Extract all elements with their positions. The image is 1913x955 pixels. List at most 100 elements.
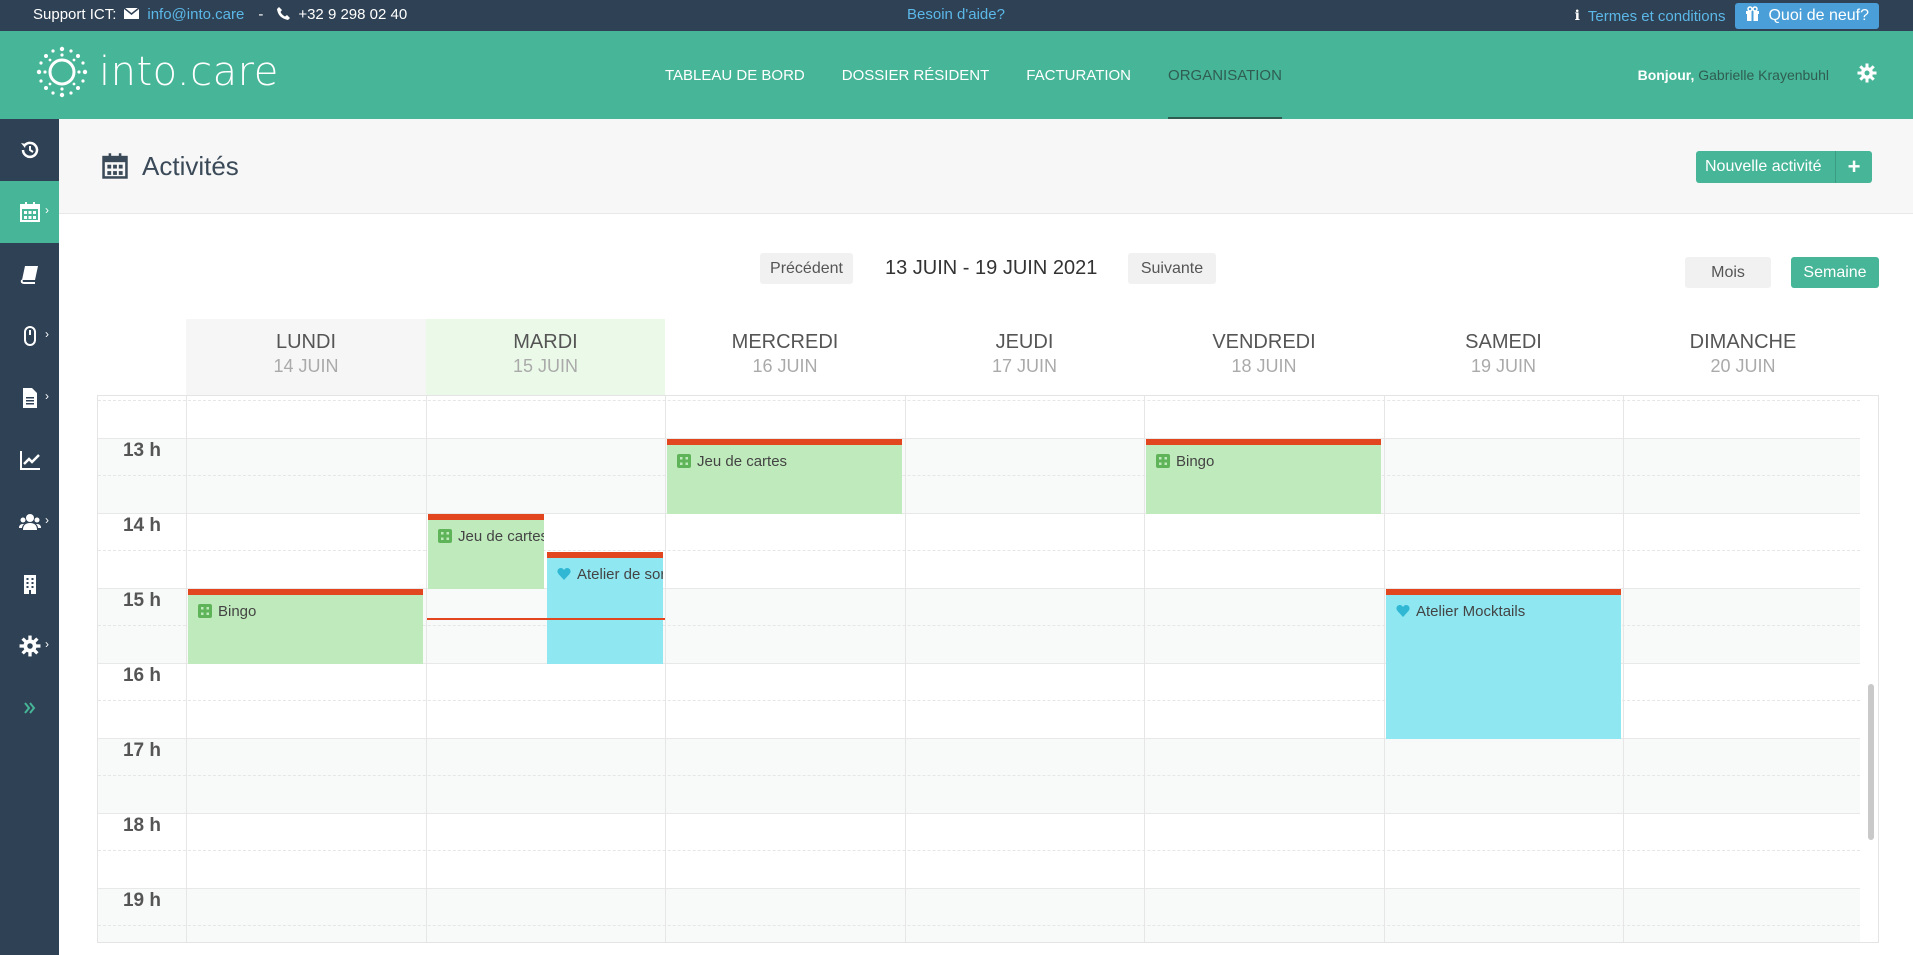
grid-line (98, 925, 1860, 926)
phone-icon (277, 6, 291, 23)
calendar-event[interactable]: Bingo (188, 589, 423, 664)
day-header-sunday: DIMANCHE 20 JUIN (1623, 319, 1863, 395)
event-title: Jeu de cartes (458, 528, 544, 545)
mouse-icon (23, 326, 36, 346)
calendar-scrollbar[interactable] (1868, 684, 1874, 840)
grid-line (98, 550, 1860, 551)
help-link[interactable]: Besoin d'aide? (907, 6, 1005, 23)
current-time-indicator (427, 618, 665, 620)
sidebar-item-documents[interactable]: › (0, 367, 59, 429)
brand-mark-icon (36, 46, 88, 98)
day-name: JEUDI (995, 331, 1054, 353)
calendar-icon (19, 202, 40, 222)
sidebar-item-settings[interactable]: › (0, 615, 59, 677)
sidebar-item-history[interactable] (0, 119, 59, 181)
envelope-icon (123, 7, 140, 22)
date-range: 13 JUIN - 19 JUIN 2021 (885, 257, 1098, 279)
previous-week-button[interactable]: Précédent (760, 253, 853, 284)
hour-label: 17 h (122, 740, 162, 761)
sidebar-item-building[interactable] (0, 553, 59, 615)
support-phone[interactable]: +32 9 298 02 40 (298, 6, 407, 23)
day-name: MARDI (513, 331, 578, 353)
grid-line (98, 400, 1860, 401)
chevron-right-icon: › (45, 637, 49, 651)
chevron-right-icon: › (45, 389, 49, 403)
calendar-event[interactable]: Atelier Mocktails (1386, 589, 1621, 739)
grid-line (98, 438, 1860, 439)
support-email-link[interactable]: info@into.care (147, 6, 244, 23)
user-name: Gabrielle Krayenbuhl (1698, 67, 1829, 83)
plus-icon: + (1835, 151, 1872, 183)
brand-name: into.care (99, 49, 279, 95)
hour-label: 14 h (122, 515, 162, 536)
terms-label: Termes et conditions (1587, 7, 1726, 25)
sidebar-item-statistics[interactable] (0, 429, 59, 491)
grid-line (98, 850, 1860, 851)
day-date: 20 JUIN (1710, 356, 1776, 376)
column-divider (1623, 396, 1624, 942)
page-title: Activités (142, 151, 239, 181)
day-header-saturday: SAMEDI 19 JUIN (1384, 319, 1623, 395)
line-chart-icon (19, 451, 40, 470)
day-name: LUNDI (275, 331, 336, 353)
time-grid[interactable]: 13 h 14 h 15 h 16 h 17 h 18 h 19 h Bingo… (97, 395, 1879, 943)
event-title: Atelier Mocktails (1416, 603, 1526, 620)
day-name: DIMANCHE (1689, 331, 1797, 353)
double-chevron-right-icon (23, 702, 35, 714)
day-date: 19 JUIN (1470, 356, 1537, 376)
terms-link[interactable]: i Termes et conditions (1575, 8, 1726, 25)
settings-gear-icon[interactable] (1857, 63, 1877, 83)
sidebar-item-users[interactable]: › (0, 491, 59, 553)
day-name: VENDREDI (1212, 331, 1316, 353)
new-activity-button[interactable]: Nouvelle activité + (1696, 151, 1872, 183)
month-view-button[interactable]: Mois (1685, 257, 1771, 288)
column-divider (665, 396, 666, 942)
calendar-event[interactable]: Jeu de cartes (428, 514, 544, 589)
chevron-right-icon: › (45, 327, 49, 341)
week-view-button[interactable]: Semaine (1791, 257, 1879, 288)
book-icon (20, 266, 38, 284)
nav-tableau-de-bord[interactable]: TABLEAU DE BORD (665, 31, 805, 119)
event-title: Atelier de sor (577, 565, 663, 583)
whats-new-button[interactable]: Quoi de neuf? (1735, 3, 1879, 29)
app-header: into.care TABLEAU DE BORD DOSSIER RÉSIDE… (0, 31, 1913, 119)
user-greeting[interactable]: Bonjour, Gabrielle Krayenbuhl (1638, 67, 1829, 83)
heart-icon (557, 566, 571, 581)
day-name: SAMEDI (1465, 331, 1542, 353)
hour-band (98, 396, 1860, 438)
day-name: MERCREDI (731, 331, 839, 353)
sidebar-item-mouse[interactable]: › (0, 305, 59, 367)
hour-band (98, 888, 1860, 942)
grid-line (98, 475, 1860, 476)
day-date: 15 JUIN (512, 356, 579, 376)
event-title: Bingo (1176, 453, 1215, 470)
day-header-thursday: JEUDI 17 JUIN (905, 319, 1144, 395)
calendar-event[interactable]: Jeu de cartes (667, 439, 902, 514)
chevron-right-icon: › (45, 203, 49, 217)
column-divider (1384, 396, 1385, 942)
day-date: 16 JUIN (752, 356, 818, 376)
whats-new-label: Quoi de neuf? (1768, 7, 1869, 24)
nav-dossier-resident[interactable]: DOSSIER RÉSIDENT (842, 31, 990, 119)
day-header-friday: VENDREDI 18 JUIN (1144, 319, 1384, 395)
day-date: 17 JUIN (991, 356, 1058, 376)
calendar-icon (102, 153, 128, 179)
side-nav: › › › › › (0, 119, 59, 955)
sidebar-item-book[interactable] (0, 243, 59, 305)
grid-line (98, 775, 1860, 776)
support-label: Support ICT: (33, 6, 117, 23)
users-icon (18, 514, 41, 530)
grid-line (98, 813, 1860, 814)
column-divider (1144, 396, 1145, 942)
calendar-event[interactable]: Bingo (1146, 439, 1381, 514)
brand-logo[interactable]: into.care (33, 43, 279, 101)
calendar-event[interactable]: Atelier de sor (547, 551, 663, 664)
nav-facturation[interactable]: FACTURATION (1026, 31, 1131, 119)
next-week-button[interactable]: Suivante (1128, 253, 1216, 284)
sidebar-expand-toggle[interactable] (0, 677, 59, 739)
sidebar-item-calendar[interactable]: › (0, 181, 59, 243)
hour-label: 19 h (122, 890, 162, 911)
event-title: Jeu de cartes (697, 453, 788, 470)
topbar-right: i Termes et conditions Quoi de neuf? (1575, 3, 1879, 29)
nav-organisation[interactable]: ORGANISATION (1168, 31, 1282, 119)
